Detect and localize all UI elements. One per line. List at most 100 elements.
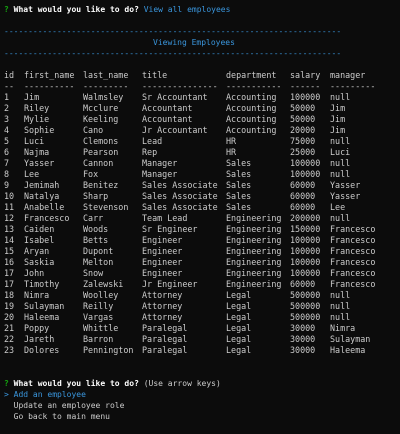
header-department: department [226, 70, 277, 80]
cell-title: Sales Associate [142, 202, 218, 212]
header-manager: manager [330, 70, 366, 80]
table-row: 19 Sulayman Reilly Attorney Legal 500000 null [4, 301, 390, 312]
cell-salary: 500000 [290, 312, 321, 322]
cell-last-name: Cannon [83, 158, 114, 168]
cell-id: 4 [4, 125, 10, 135]
cell-first-name: Jareth [24, 334, 55, 344]
cell-first-name: Anabelle [24, 202, 65, 212]
cell-last-name: Dupont [83, 246, 114, 256]
table-row: 21 Poppy Whittle Paralegal Legal 30000 Nimra [4, 323, 390, 334]
cell-last-name: Carr [83, 213, 104, 223]
cell-first-name: Nimra [24, 290, 50, 300]
cell-salary: 500000 [290, 301, 321, 311]
dash-last-name: --------- [83, 81, 129, 91]
cell-last-name: Woolley [83, 290, 119, 300]
cell-department: Accounting [226, 92, 277, 102]
cell-manager: null [330, 169, 351, 179]
cell-department: Accounting [226, 114, 277, 124]
cell-department: Accounting [226, 103, 277, 113]
cell-first-name: Caiden [24, 224, 55, 234]
cell-id: 12 [4, 213, 15, 223]
cell-department: Engineering [226, 235, 282, 245]
menu-option-back-main[interactable]: Go back to main menu [4, 411, 400, 422]
table-row: 4 Sophie Cano Jr Accountant Accounting 20000 J… [4, 125, 390, 136]
cell-first-name: Najma [24, 147, 50, 157]
cell-title: Sales Associate [142, 180, 218, 190]
cell-last-name: Benitez [83, 180, 119, 190]
dash-department: ----------- [226, 81, 282, 91]
separator-top: ----------------------------------------… [4, 27, 342, 36]
cell-manager: Yasser [330, 180, 361, 190]
header-salary: salary [290, 70, 321, 80]
cell-title: Lead [142, 136, 163, 146]
cell-manager: Sulayman [330, 334, 371, 344]
cell-id: 23 [4, 345, 15, 355]
cell-last-name: Reilly [83, 301, 114, 311]
cell-title: Engineer [142, 235, 183, 245]
cell-id: 8 [4, 169, 10, 179]
section-title: Viewing Employees [153, 38, 235, 47]
cell-manager: Luci [330, 147, 351, 157]
table-row: 20 Haleema Vargas Attorney Legal 500000 null [4, 312, 390, 323]
cell-last-name: Clemons [83, 136, 119, 146]
menu-option-label: Update an employee role [13, 401, 125, 410]
cell-manager: null [330, 290, 351, 300]
dash-title: --------------- [142, 81, 218, 91]
prompt2-question: What would you like to do? [13, 379, 139, 388]
cell-manager: Haleema [330, 345, 366, 355]
cell-department: Legal [226, 290, 252, 300]
cell-title: Accountant [142, 103, 193, 113]
cell-manager: Jim [330, 114, 346, 124]
terminal-window[interactable]: ? What would you like to do? View all em… [0, 0, 400, 434]
cell-last-name: Melton [83, 257, 114, 267]
table-row: 17 John Snow Engineer Engineering 100000 Franc… [4, 268, 390, 279]
menu-option-add-employee[interactable]: > Add an employee [4, 389, 400, 400]
cell-last-name: Pennington [83, 345, 134, 355]
menu-option-update-role[interactable]: Update an employee role [4, 400, 400, 411]
table-row: 5 Luci Clemons Lead HR 75000 null [4, 136, 390, 147]
cell-first-name: Jemimah [24, 180, 60, 190]
cell-last-name: Cano [83, 125, 104, 135]
cell-department: Engineering [226, 268, 282, 278]
cell-last-name: Snow [83, 268, 104, 278]
table-row: 17 Timothy Zalewski Jr Engineer Engineering 6… [4, 279, 390, 290]
cell-first-name: Isabel [24, 235, 55, 245]
cell-last-name: Zalewski [83, 279, 124, 289]
cell-title: Attorney [142, 312, 183, 322]
cell-id: 21 [4, 323, 15, 333]
cell-manager: Francesco [330, 224, 376, 234]
table-row: 14 Isabel Betts Engineer Engineering 100000 Fr… [4, 235, 390, 246]
header-title: title [142, 70, 168, 80]
table-row: 22 Jareth Barron Paralegal Legal 30000 Sulayma… [4, 334, 390, 345]
cell-id: 6 [4, 147, 10, 157]
separator-bottom: ----------------------------------------… [4, 49, 342, 58]
cell-id: 17 [4, 268, 15, 278]
cell-department: HR [226, 147, 237, 157]
cell-first-name: Lee [24, 169, 40, 179]
prompt2-hint: (Use arrow keys) [143, 379, 221, 388]
menu-option-label: Add an employee [13, 390, 86, 399]
dash-manager: --------- [330, 81, 376, 91]
header-id: id [4, 70, 15, 80]
cell-salary: 60000 [290, 279, 316, 289]
cell-department: Legal [226, 312, 252, 322]
cell-manager: Yasser [330, 191, 361, 201]
table-row: 8 Lee Fox Manager Sales 100000 null [4, 169, 390, 180]
cell-last-name: Vargas [83, 312, 114, 322]
table-row: 13 Caiden Woods Sr Engineer Engineering 15000… [4, 224, 390, 235]
cell-manager: Jim [330, 125, 346, 135]
cell-last-name: Sharp [83, 191, 109, 201]
cell-department: Sales [226, 158, 252, 168]
cell-title: Manager [142, 169, 178, 179]
cell-first-name: Natalya [24, 191, 60, 201]
cell-salary: 150000 [290, 224, 321, 234]
cell-first-name: Dolores [24, 345, 60, 355]
cell-manager: Nimra [330, 323, 356, 333]
cell-title: Sr Engineer [142, 224, 198, 234]
cell-id: 19 [4, 301, 15, 311]
cell-title: Team Lead [142, 213, 188, 223]
cell-salary: 200000 [290, 213, 321, 223]
cell-title: Rep [142, 147, 158, 157]
table-row: 11 Anabelle Stevenson Sales Associate Sales 6… [4, 202, 390, 213]
cell-id: 15 [4, 246, 15, 256]
